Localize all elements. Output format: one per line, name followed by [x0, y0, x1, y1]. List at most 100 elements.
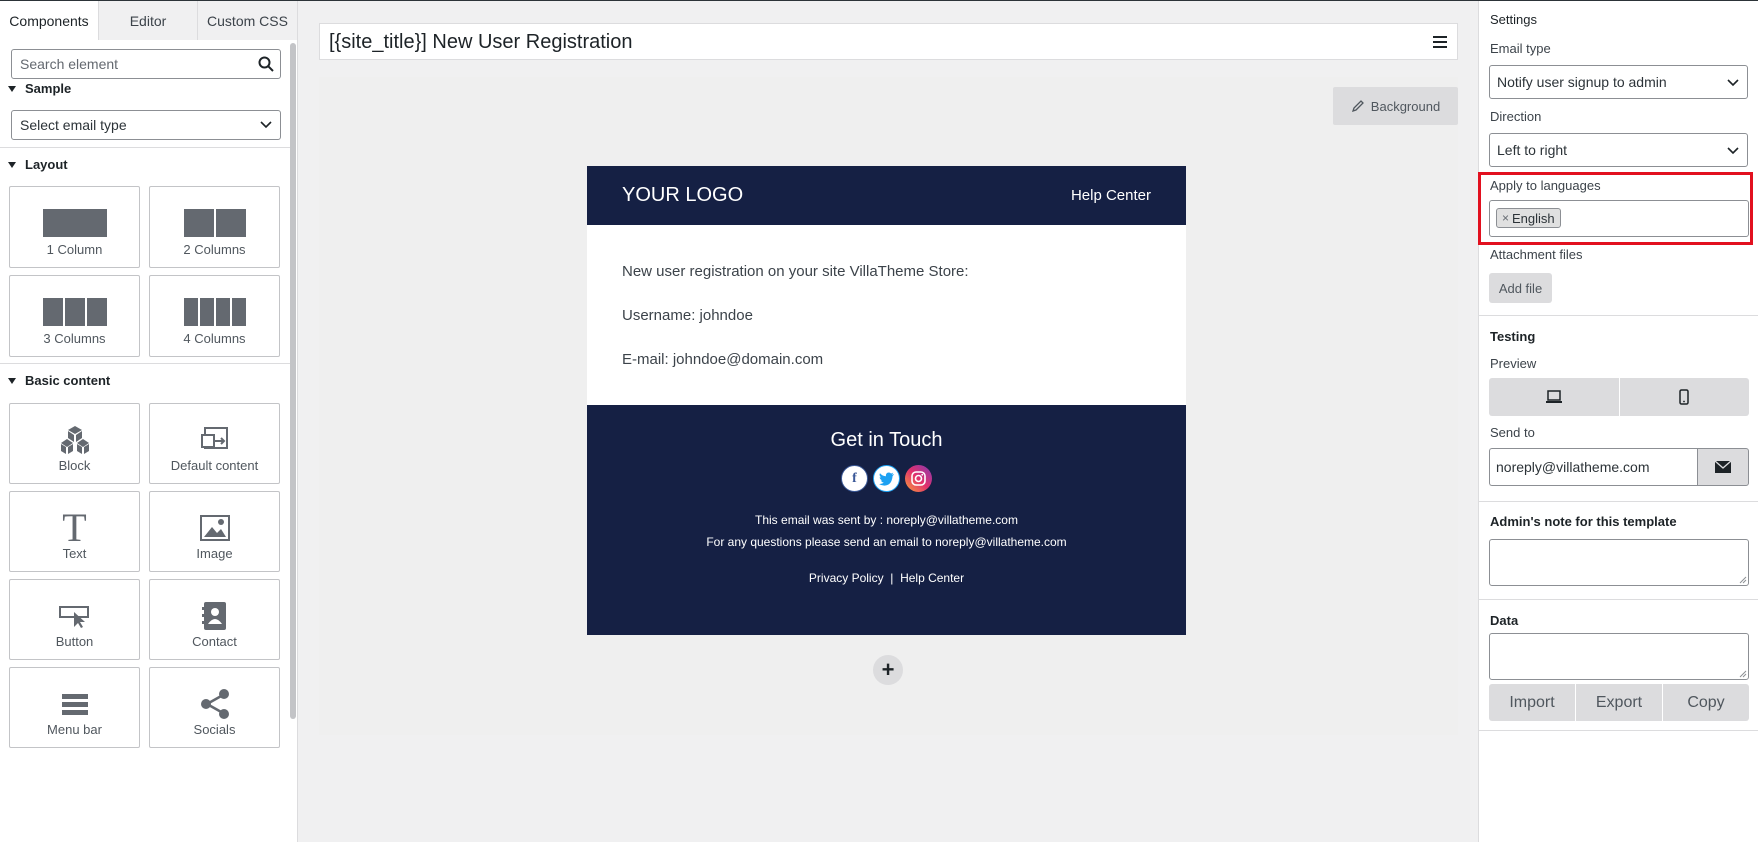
element-socials[interactable]: Socials — [149, 667, 280, 748]
section-sample[interactable]: Sample — [8, 81, 71, 96]
divider — [1479, 730, 1758, 731]
mobile-preview-button[interactable] — [1620, 378, 1750, 416]
tile-label: Socials — [193, 722, 236, 737]
add-row-button[interactable]: + — [873, 655, 903, 685]
section-basic-content[interactable]: Basic content — [8, 373, 110, 388]
section-sample-label: Sample — [25, 81, 72, 96]
remove-chip-icon[interactable]: × — [1502, 211, 1509, 225]
send-to-input[interactable] — [1489, 448, 1697, 486]
layout-2-columns[interactable]: 2 Columns — [149, 186, 280, 268]
email-type-select[interactable]: Notify user signup to admin — [1489, 65, 1748, 99]
element-block[interactable]: Block — [9, 403, 140, 484]
send-test-email-button[interactable] — [1697, 448, 1749, 486]
layout-4-columns[interactable]: 4 Columns — [149, 275, 280, 357]
language-chip-label: English — [1512, 210, 1555, 226]
layout-3-columns[interactable]: 3 Columns — [9, 275, 140, 357]
section-layout[interactable]: Layout — [8, 157, 68, 172]
divider — [1479, 599, 1758, 600]
resize-grip-icon[interactable] — [1739, 576, 1747, 584]
contact-book-icon — [201, 598, 228, 634]
collapse-caret-icon — [8, 161, 16, 168]
copy-button[interactable]: Copy — [1663, 684, 1749, 721]
element-image[interactable]: Image — [149, 491, 280, 572]
chevron-down-icon — [1727, 79, 1739, 87]
languages-label: Apply to languages — [1490, 178, 1601, 193]
tile-label: Block — [58, 458, 91, 473]
tile-label: 2 Columns — [183, 242, 246, 257]
body-line: Username: johndoe — [622, 307, 753, 324]
element-contact[interactable]: Contact — [149, 579, 280, 660]
section-layout-label: Layout — [25, 157, 68, 172]
testing-heading: Testing — [1490, 329, 1536, 344]
header-help-center-link[interactable]: Help Center — [1071, 187, 1151, 204]
element-default-content[interactable]: Default content — [149, 403, 280, 484]
admin-note-heading: Admin's note for this template — [1490, 514, 1677, 529]
preview-label: Preview — [1490, 356, 1537, 371]
sample-email-type-select[interactable]: Select email type — [11, 110, 281, 140]
components-scrollbar[interactable] — [290, 43, 296, 719]
admin-note-textarea[interactable] — [1489, 539, 1749, 586]
collapse-caret-icon — [8, 85, 16, 92]
search-icon[interactable] — [258, 56, 274, 72]
tab-components[interactable]: Components — [0, 1, 99, 40]
body-line: New user registration on your site Villa… — [622, 263, 969, 280]
language-chip[interactable]: × English — [1496, 208, 1561, 228]
resize-grip-icon[interactable] — [1739, 670, 1747, 678]
email-type-label: Email type — [1490, 41, 1551, 56]
email-footer[interactable]: Get in Touch f This email was sent by : … — [587, 405, 1186, 635]
sample-select-value: Select email type — [20, 117, 127, 133]
tile-label: 1 Column — [46, 242, 103, 257]
desktop-preview-button[interactable] — [1489, 378, 1620, 416]
data-textarea[interactable] — [1489, 633, 1749, 680]
direction-select[interactable]: Left to right — [1489, 133, 1748, 167]
envelope-icon — [1714, 460, 1732, 473]
collapse-caret-icon — [8, 377, 16, 384]
export-button[interactable]: Export — [1576, 684, 1663, 721]
email-type-value: Notify user signup to admin — [1497, 74, 1667, 90]
search-box — [11, 49, 281, 79]
element-menu-bar[interactable]: Menu bar — [9, 667, 140, 748]
image-icon — [199, 510, 230, 546]
element-button[interactable]: Button — [9, 579, 140, 660]
privacy-policy-link[interactable]: Privacy Policy — [809, 571, 884, 585]
mobile-icon — [1679, 389, 1689, 405]
divider — [1479, 501, 1758, 502]
one-column-icon — [42, 205, 107, 241]
data-actions: Import Export Copy — [1489, 684, 1749, 721]
link-separator: | — [890, 571, 894, 585]
add-file-button[interactable]: Add file — [1489, 273, 1552, 303]
import-button[interactable]: Import — [1489, 684, 1576, 721]
tab-custom-css[interactable]: Custom CSS — [198, 1, 297, 40]
search-input[interactable] — [12, 50, 242, 78]
languages-input[interactable]: × English — [1489, 200, 1749, 237]
email-body[interactable]: New user registration on your site Villa… — [587, 225, 1186, 405]
two-columns-icon — [183, 205, 246, 241]
laptop-icon — [1545, 390, 1562, 403]
tile-label: Contact — [192, 634, 237, 649]
layout-1-column[interactable]: 1 Column — [9, 186, 140, 268]
section-basic-label: Basic content — [25, 373, 111, 388]
element-text[interactable]: T Text — [9, 491, 140, 572]
panel-tabs: Components Editor Custom CSS — [0, 1, 297, 40]
four-columns-icon — [183, 294, 246, 330]
instagram-icon[interactable] — [905, 465, 932, 492]
footer-help-center-link[interactable]: Help Center — [900, 571, 964, 585]
footer-text: This email was sent by : noreply@villath… — [587, 509, 1186, 553]
hamburger-menu-icon[interactable] — [1433, 36, 1447, 48]
email-subject[interactable]: [{site_title}] New User Registration — [329, 31, 632, 54]
tab-editor[interactable]: Editor — [99, 1, 198, 40]
footer-questions: For any questions please send an email t… — [706, 535, 1067, 549]
twitter-icon[interactable] — [873, 465, 900, 492]
email-header[interactable]: YOUR LOGO Help Center — [587, 166, 1186, 225]
tile-label: 3 Columns — [43, 331, 106, 346]
email-canvas: Background YOUR LOGO Help Center New use… — [319, 77, 1458, 735]
footer-sent-by: This email was sent by : noreply@villath… — [755, 513, 1018, 527]
email-logo[interactable]: YOUR LOGO — [622, 184, 743, 207]
footer-heading: Get in Touch — [830, 429, 943, 451]
facebook-icon[interactable]: f — [841, 465, 868, 492]
social-links: f — [587, 465, 1186, 492]
tile-label: Default content — [170, 458, 259, 473]
tile-label: Image — [196, 546, 233, 561]
components-list: Sample Select email type Layout 1 Column… — [0, 41, 290, 842]
background-button[interactable]: Background — [1333, 87, 1458, 125]
